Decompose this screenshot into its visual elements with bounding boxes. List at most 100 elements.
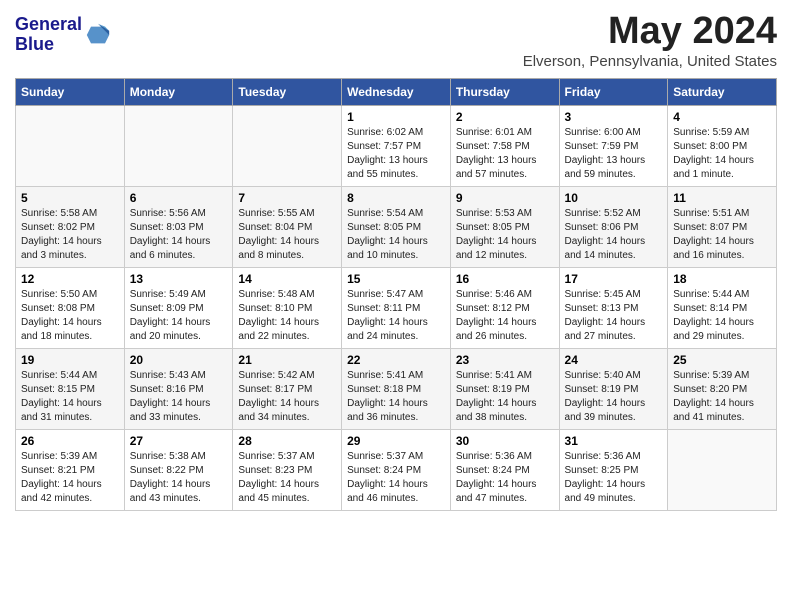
calendar-cell: 22 Sunrise: 5:41 AM Sunset: 8:18 PM Dayli… bbox=[342, 349, 451, 430]
calendar-cell: 3 Sunrise: 6:00 AM Sunset: 7:59 PM Daylig… bbox=[559, 106, 668, 187]
day-number: 22 bbox=[347, 353, 445, 367]
calendar-cell: 17 Sunrise: 5:45 AM Sunset: 8:13 PM Dayli… bbox=[559, 268, 668, 349]
calendar-week-row: 12Sunrise: 5:50 AM Sunset: 8:08 PM Dayli… bbox=[16, 268, 777, 349]
calendar-cell: 27 Sunrise: 5:38 AM Sunset: 8:22 PM Dayli… bbox=[124, 430, 233, 511]
calendar-cell: 23 Sunrise: 5:41 AM Sunset: 8:19 PM Dayli… bbox=[450, 349, 559, 430]
day-info: Sunrise: 5:36 AM Sunset: 8:25 PM Dayligh… bbox=[565, 450, 663, 506]
calendar-week-row: 5 Sunrise: 5:58 AM Sunset: 8:02 PM Daylig… bbox=[16, 187, 777, 268]
day-info: Sunrise: 5:43 AM Sunset: 8:16 PM Dayligh… bbox=[130, 369, 228, 425]
calendar-cell: 6Sunrise: 5:56 AM Sunset: 8:03 PM Daylig… bbox=[124, 187, 233, 268]
day-info: Sunrise: 5:38 AM Sunset: 8:22 PM Dayligh… bbox=[130, 450, 228, 506]
calendar-cell: 24 Sunrise: 5:40 AM Sunset: 8:19 PM Dayli… bbox=[559, 349, 668, 430]
calendar-cell: 15Sunrise: 5:47 AM Sunset: 8:11 PM Dayli… bbox=[342, 268, 451, 349]
calendar-cell: 9 Sunrise: 5:53 AM Sunset: 8:05 PM Daylig… bbox=[450, 187, 559, 268]
day-number: 6 bbox=[130, 191, 228, 205]
day-info: Sunrise: 5:36 AM Sunset: 8:24 PM Dayligh… bbox=[456, 450, 554, 506]
day-number: 18 bbox=[673, 272, 771, 286]
day-number: 8 bbox=[347, 191, 445, 205]
calendar-cell: 13 Sunrise: 5:49 AM Sunset: 8:09 PM Dayli… bbox=[124, 268, 233, 349]
day-info: Sunrise: 5:55 AM Sunset: 8:04 PM Dayligh… bbox=[238, 207, 336, 263]
calendar-week-row: 26 Sunrise: 5:39 AM Sunset: 8:21 PM Dayli… bbox=[16, 430, 777, 511]
day-info: Sunrise: 6:01 AM Sunset: 7:58 PM Dayligh… bbox=[456, 126, 554, 182]
day-number: 3 bbox=[565, 110, 663, 124]
calendar-cell: 30 Sunrise: 5:36 AM Sunset: 8:24 PM Dayli… bbox=[450, 430, 559, 511]
day-number: 31 bbox=[565, 434, 663, 448]
day-number: 23 bbox=[456, 353, 554, 367]
calendar-cell: 25Sunrise: 5:39 AM Sunset: 8:20 PM Dayli… bbox=[668, 349, 777, 430]
month-title: May 2024 bbox=[523, 10, 777, 53]
day-info: Sunrise: 6:02 AM Sunset: 7:57 PM Dayligh… bbox=[347, 126, 445, 182]
day-number: 30 bbox=[456, 434, 554, 448]
calendar-cell: 16 Sunrise: 5:46 AM Sunset: 8:12 PM Dayli… bbox=[450, 268, 559, 349]
calendar-cell: 12Sunrise: 5:50 AM Sunset: 8:08 PM Dayli… bbox=[16, 268, 125, 349]
calendar-week-row: 19Sunrise: 5:44 AM Sunset: 8:15 PM Dayli… bbox=[16, 349, 777, 430]
calendar-cell: 20 Sunrise: 5:43 AM Sunset: 8:16 PM Dayli… bbox=[124, 349, 233, 430]
day-info: Sunrise: 5:39 AM Sunset: 8:20 PM Dayligh… bbox=[673, 369, 771, 425]
day-info: Sunrise: 5:44 AM Sunset: 8:15 PM Dayligh… bbox=[21, 369, 119, 425]
calendar-cell: 26 Sunrise: 5:39 AM Sunset: 8:21 PM Dayli… bbox=[16, 430, 125, 511]
day-info: Sunrise: 5:52 AM Sunset: 8:06 PM Dayligh… bbox=[565, 207, 663, 263]
day-number: 1 bbox=[347, 110, 445, 124]
calendar-cell: 7 Sunrise: 5:55 AM Sunset: 8:04 PM Daylig… bbox=[233, 187, 342, 268]
day-info: Sunrise: 5:37 AM Sunset: 8:23 PM Dayligh… bbox=[238, 450, 336, 506]
day-number: 27 bbox=[130, 434, 228, 448]
day-number: 5 bbox=[21, 191, 119, 205]
calendar-cell: 2Sunrise: 6:01 AM Sunset: 7:58 PM Daylig… bbox=[450, 106, 559, 187]
calendar-cell: 4Sunrise: 5:59 AM Sunset: 8:00 PM Daylig… bbox=[668, 106, 777, 187]
calendar-cell: 5 Sunrise: 5:58 AM Sunset: 8:02 PM Daylig… bbox=[16, 187, 125, 268]
day-info: Sunrise: 5:48 AM Sunset: 8:10 PM Dayligh… bbox=[238, 288, 336, 344]
day-number: 20 bbox=[130, 353, 228, 367]
weekday-header: Sunday bbox=[16, 79, 125, 106]
weekday-header-row: SundayMondayTuesdayWednesdayThursdayFrid… bbox=[16, 79, 777, 106]
day-info: Sunrise: 5:39 AM Sunset: 8:21 PM Dayligh… bbox=[21, 450, 119, 506]
day-number: 21 bbox=[238, 353, 336, 367]
day-info: Sunrise: 5:51 AM Sunset: 8:07 PM Dayligh… bbox=[673, 207, 771, 263]
day-number: 11 bbox=[673, 191, 771, 205]
day-number: 9 bbox=[456, 191, 554, 205]
weekday-header: Thursday bbox=[450, 79, 559, 106]
day-number: 29 bbox=[347, 434, 445, 448]
day-info: Sunrise: 5:49 AM Sunset: 8:09 PM Dayligh… bbox=[130, 288, 228, 344]
day-info: Sunrise: 5:58 AM Sunset: 8:02 PM Dayligh… bbox=[21, 207, 119, 263]
day-info: Sunrise: 5:47 AM Sunset: 8:11 PM Dayligh… bbox=[347, 288, 445, 344]
day-info: Sunrise: 5:41 AM Sunset: 8:19 PM Dayligh… bbox=[456, 369, 554, 425]
day-info: Sunrise: 5:37 AM Sunset: 8:24 PM Dayligh… bbox=[347, 450, 445, 506]
day-number: 26 bbox=[21, 434, 119, 448]
calendar-cell: 31 Sunrise: 5:36 AM Sunset: 8:25 PM Dayli… bbox=[559, 430, 668, 511]
day-number: 17 bbox=[565, 272, 663, 286]
calendar-cell: 1 Sunrise: 6:02 AM Sunset: 7:57 PM Daylig… bbox=[342, 106, 451, 187]
day-info: Sunrise: 5:53 AM Sunset: 8:05 PM Dayligh… bbox=[456, 207, 554, 263]
weekday-header: Saturday bbox=[668, 79, 777, 106]
day-info: Sunrise: 5:54 AM Sunset: 8:05 PM Dayligh… bbox=[347, 207, 445, 263]
logo-text: GeneralBlue bbox=[15, 15, 82, 55]
day-number: 13 bbox=[130, 272, 228, 286]
logo-icon bbox=[84, 21, 112, 49]
weekday-header: Tuesday bbox=[233, 79, 342, 106]
location-subtitle: Elverson, Pennsylvania, United States bbox=[523, 53, 777, 70]
calendar-cell bbox=[668, 430, 777, 511]
day-info: Sunrise: 5:41 AM Sunset: 8:18 PM Dayligh… bbox=[347, 369, 445, 425]
day-info: Sunrise: 5:46 AM Sunset: 8:12 PM Dayligh… bbox=[456, 288, 554, 344]
page-header: GeneralBlue May 2024 Elverson, Pennsylva… bbox=[15, 10, 777, 70]
day-info: Sunrise: 5:40 AM Sunset: 8:19 PM Dayligh… bbox=[565, 369, 663, 425]
calendar-cell bbox=[233, 106, 342, 187]
day-info: Sunrise: 5:45 AM Sunset: 8:13 PM Dayligh… bbox=[565, 288, 663, 344]
calendar-week-row: 1 Sunrise: 6:02 AM Sunset: 7:57 PM Daylig… bbox=[16, 106, 777, 187]
calendar-cell: 29 Sunrise: 5:37 AM Sunset: 8:24 PM Dayli… bbox=[342, 430, 451, 511]
day-number: 24 bbox=[565, 353, 663, 367]
day-number: 10 bbox=[565, 191, 663, 205]
day-number: 16 bbox=[456, 272, 554, 286]
calendar-cell: 11 Sunrise: 5:51 AM Sunset: 8:07 PM Dayli… bbox=[668, 187, 777, 268]
calendar-cell: 10 Sunrise: 5:52 AM Sunset: 8:06 PM Dayli… bbox=[559, 187, 668, 268]
weekday-header: Monday bbox=[124, 79, 233, 106]
day-number: 14 bbox=[238, 272, 336, 286]
calendar-cell: 18Sunrise: 5:44 AM Sunset: 8:14 PM Dayli… bbox=[668, 268, 777, 349]
calendar-cell bbox=[16, 106, 125, 187]
day-number: 7 bbox=[238, 191, 336, 205]
calendar-cell: 8 Sunrise: 5:54 AM Sunset: 8:05 PM Daylig… bbox=[342, 187, 451, 268]
logo: GeneralBlue bbox=[15, 15, 112, 55]
calendar-cell: 14 Sunrise: 5:48 AM Sunset: 8:10 PM Dayli… bbox=[233, 268, 342, 349]
calendar-cell bbox=[124, 106, 233, 187]
day-info: Sunrise: 6:00 AM Sunset: 7:59 PM Dayligh… bbox=[565, 126, 663, 182]
day-number: 4 bbox=[673, 110, 771, 124]
